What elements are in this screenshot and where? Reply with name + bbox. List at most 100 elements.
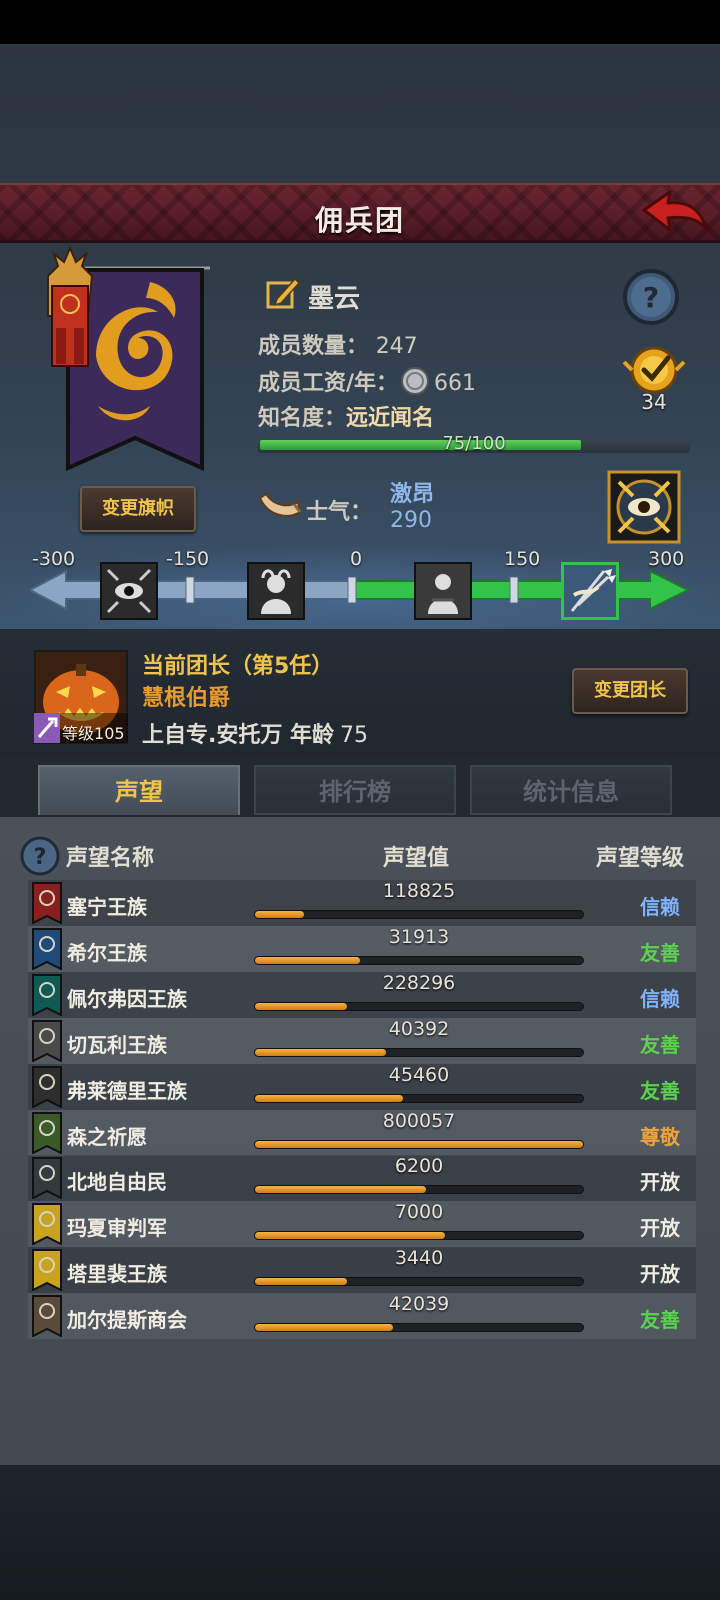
scales-banner-icon <box>32 1019 62 1063</box>
morale-stage-fear-icon[interactable] <box>247 562 305 620</box>
morale-label: 士气： <box>306 500 373 525</box>
silver-coin-icon <box>400 366 430 396</box>
reputation-value: 42039 <box>388 1293 450 1316</box>
page-title: 佣兵团 <box>314 204 405 237</box>
morale-state: 激昂 <box>390 482 435 507</box>
morale-tick-label: 0 <box>350 548 363 570</box>
reputation-bar <box>254 955 584 965</box>
company-banner[interactable] <box>38 245 218 484</box>
leader-age-value: 75 <box>340 723 369 748</box>
reputation-level: 尊敬 <box>640 1124 680 1149</box>
reputation-row[interactable]: 加尔提斯商会 42039 友善 <box>28 1293 696 1340</box>
leader-level-value: 105 <box>94 724 125 743</box>
crown-banner-icon <box>32 882 62 925</box>
sun-banner-icon <box>32 1203 62 1246</box>
leader-age-label: 年龄 <box>290 723 335 748</box>
reputation-value: 7000 <box>394 1201 444 1224</box>
fame-progress-label: 75/100 <box>442 433 506 454</box>
header-reputation-name: 声望名称 <box>66 846 155 871</box>
reputation-row[interactable]: 塞宁王族 118825 信赖 <box>28 880 696 926</box>
reputation-value: 45460 <box>388 1063 450 1086</box>
reputation-bar <box>254 1001 584 1011</box>
reputation-row[interactable]: 北地自由民 6200 开放 <box>28 1155 696 1202</box>
faction-name: 塞宁王族 <box>67 895 147 919</box>
reputation-bar <box>254 1093 584 1103</box>
skull-banner-icon <box>32 927 62 971</box>
morale-tick-label: 300 <box>648 548 685 570</box>
reputation-value: 800057 <box>382 1109 456 1132</box>
faction-name: 北地自由民 <box>67 1170 167 1195</box>
faction-name: 森之祈愿 <box>67 1124 147 1149</box>
moon-banner-icon <box>32 973 62 1017</box>
reputation-level: 友善 <box>640 940 680 965</box>
reputation-value: 3440 <box>394 1247 444 1270</box>
reputation-bar-fill <box>255 911 304 918</box>
reputation-level: 友善 <box>640 1032 680 1057</box>
reputation-bar-fill <box>255 1048 386 1056</box>
faction-name: 塔里裴王族 <box>67 1262 167 1287</box>
morale-stage-inspired-icon[interactable] <box>561 562 619 620</box>
morale-value: 290 <box>390 508 432 533</box>
leader-info: 上自专.安托万 年龄 75 <box>142 717 368 749</box>
morale-status-icon[interactable] <box>607 470 681 544</box>
reputation-row[interactable]: 弗莱德里王族 45460 友善 <box>28 1063 696 1110</box>
tree-banner-icon <box>32 1111 62 1155</box>
reputation-bar <box>254 1231 584 1241</box>
status-bar <box>0 0 720 44</box>
reputation-bar <box>254 1139 584 1149</box>
fame-row: 知名度：远近闻名 <box>258 400 434 432</box>
members-value: 247 <box>375 334 418 359</box>
tab-reputation[interactable]: 声望 <box>38 765 240 815</box>
leader-origin: 上自专.安托万 <box>142 723 283 748</box>
reputation-help-icon[interactable]: ? <box>20 836 60 876</box>
horn-icon <box>258 490 302 522</box>
tab-statistics[interactable]: 统计信息 <box>470 765 672 815</box>
reputation-bar <box>254 1047 584 1057</box>
chest-banner-icon <box>32 1295 62 1338</box>
reputation-value: 40392 <box>388 1017 450 1040</box>
reputation-row[interactable]: 森之祈愿 800057 尊敬 <box>28 1109 696 1156</box>
morale-stage-despair-icon[interactable] <box>100 562 158 620</box>
wage-row: 成员工资/年： 661 <box>258 365 476 397</box>
svg-text:?: ? <box>34 845 47 870</box>
fame-value: 远近闻名 <box>346 406 435 431</box>
fame-label: 知名度： <box>258 406 347 431</box>
reputation-value: 31913 <box>388 925 450 948</box>
morale-tick-label: -300 <box>32 548 76 570</box>
reputation-row[interactable]: 希尔王族 31913 友善 <box>28 925 696 972</box>
leader-title: 当前团长（第5任） <box>142 654 334 679</box>
reputation-row[interactable]: 塔里裴王族 3440 开放 <box>28 1247 696 1294</box>
morale-stage-calm-icon[interactable] <box>414 562 472 620</box>
reputation-bar <box>254 1277 584 1287</box>
reputation-bar-fill <box>255 1324 393 1332</box>
morale-tick-label: 150 <box>504 548 541 570</box>
reputation-level: 开放 <box>640 1262 680 1287</box>
company-name: 墨云 <box>308 284 361 314</box>
edit-name-icon[interactable] <box>265 275 301 311</box>
svg-text:?: ? <box>643 281 659 314</box>
ram-banner-icon <box>32 1065 62 1109</box>
reputation-row[interactable]: 切瓦利王族 40392 友善 <box>28 1017 696 1064</box>
reputation-value: 228296 <box>382 971 456 994</box>
help-icon[interactable]: ? <box>622 268 680 326</box>
reputation-bar <box>254 910 584 919</box>
back-arrow-icon[interactable] <box>640 188 710 238</box>
reputation-bar <box>254 1185 584 1195</box>
medal-count: 34 <box>641 390 667 414</box>
reputation-level: 信赖 <box>640 895 680 919</box>
change-leader-button[interactable]: 变更团长 <box>572 668 688 714</box>
header-reputation-level: 声望等级 <box>596 846 685 871</box>
faction-name: 切瓦利王族 <box>67 1032 167 1057</box>
leader-level: 等级105 <box>62 720 125 744</box>
reputation-row[interactable]: 玛夏审判军 7000 开放 <box>28 1201 696 1248</box>
reputation-bar-fill <box>255 1278 347 1286</box>
reputation-value: 118825 <box>382 880 456 902</box>
reputation-bar-fill <box>255 1186 426 1194</box>
members-row: 成员数量： 247 <box>258 328 418 360</box>
reputation-row[interactable]: 佩尔弗因王族 228296 信赖 <box>28 971 696 1018</box>
reputation-level: 信赖 <box>640 986 680 1011</box>
tab-leaderboard[interactable]: 排行榜 <box>254 765 456 815</box>
reputation-level: 友善 <box>640 1078 680 1103</box>
change-banner-button[interactable]: 变更旗帜 <box>80 486 196 532</box>
faction-name: 弗莱德里王族 <box>67 1078 187 1103</box>
